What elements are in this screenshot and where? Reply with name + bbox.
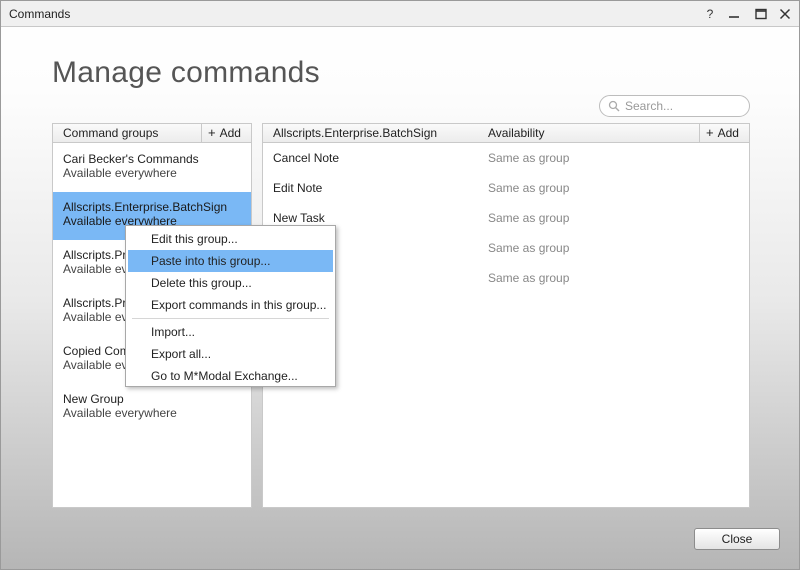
search-input[interactable] (625, 99, 745, 113)
menu-item-paste-into-group[interactable]: Paste into this group... (128, 250, 333, 272)
group-name: Allscripts.Enterprise.BatchSign (63, 200, 228, 214)
menu-item-import[interactable]: Import... (128, 321, 333, 343)
command-availability: Same as group (488, 241, 570, 255)
group-availability: Available everywhere (63, 166, 177, 180)
close-icon (779, 8, 791, 20)
title-bar: Commands ? (1, 1, 799, 27)
close-button[interactable]: Close (694, 528, 780, 550)
minimize-button[interactable] (724, 4, 744, 24)
command-name: Edit Note (273, 181, 323, 195)
plus-icon: + (208, 125, 216, 140)
group-name: New Group (63, 392, 124, 406)
command-availability: Same as group (488, 151, 570, 165)
command-availability: Same as group (488, 211, 570, 225)
column-header-group-name[interactable]: Allscripts.Enterprise.BatchSign (273, 126, 437, 140)
plus-icon: + (706, 125, 714, 140)
search-box[interactable] (599, 95, 750, 117)
minimize-icon (729, 16, 739, 18)
group-availability: Available everywhere (63, 406, 177, 420)
group-context-menu: Edit this group... Paste into this group… (125, 225, 336, 387)
menu-item-mmodal-exchange[interactable]: Go to M*Modal Exchange... (128, 365, 333, 387)
add-command-button[interactable]: + Add (699, 124, 749, 142)
help-button[interactable]: ? (700, 4, 720, 24)
group-name: Cari Becker's Commands (63, 152, 199, 166)
command-availability: Same as group (488, 271, 570, 285)
maximize-button[interactable] (751, 4, 771, 24)
add-command-label: Add (717, 126, 739, 140)
page-title: Manage commands (52, 56, 320, 89)
close-window-button[interactable] (775, 4, 795, 24)
add-group-button[interactable]: + Add (201, 124, 251, 142)
window-title: Commands (9, 7, 71, 21)
column-header-availability[interactable]: Availability (488, 126, 544, 140)
group-item[interactable]: New Group Available everywhere (53, 384, 251, 432)
command-groups-label: Command groups (63, 126, 159, 140)
commands-header: Allscripts.Enterprise.BatchSign Availabi… (263, 124, 749, 143)
group-item[interactable]: Cari Becker's Commands Available everywh… (53, 144, 251, 192)
command-row[interactable]: Cancel Note Same as group (263, 144, 749, 174)
menu-item-delete-group[interactable]: Delete this group... (128, 272, 333, 294)
menu-item-export-all[interactable]: Export all... (128, 343, 333, 365)
menu-item-edit-group[interactable]: Edit this group... (128, 228, 333, 250)
command-name: Cancel Note (273, 151, 340, 165)
search-icon (608, 100, 620, 112)
command-availability: Same as group (488, 181, 570, 195)
menu-separator (132, 318, 329, 319)
maximize-icon (755, 8, 767, 20)
add-group-label: Add (219, 126, 241, 140)
command-groups-header: Command groups + Add (53, 124, 251, 143)
commands-window: Commands ? Manage commands Command group… (0, 0, 800, 570)
command-row[interactable]: Edit Note Same as group (263, 174, 749, 204)
menu-item-export-group-commands[interactable]: Export commands in this group... (128, 294, 333, 316)
command-name: New Task (273, 211, 325, 225)
